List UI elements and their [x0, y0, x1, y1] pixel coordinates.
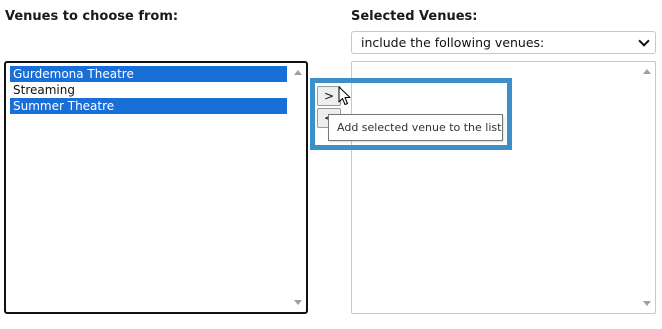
venue-option-streaming[interactable]: Streaming [10, 82, 287, 98]
selected-venues-scrollbar[interactable] [640, 63, 654, 312]
scroll-down-arrow-icon[interactable] [294, 300, 302, 305]
available-venues-heading: Venues to choose from: [5, 9, 179, 24]
chevron-down-icon [638, 35, 650, 47]
available-venues-listbox[interactable]: Gurdemona Theatre Streaming Summer Theat… [4, 61, 308, 314]
venue-mode-select[interactable]: include the following venues: [351, 31, 656, 54]
mouse-pointer-icon [338, 86, 351, 105]
scroll-up-arrow-icon[interactable] [643, 69, 651, 74]
available-venues-scrollbar[interactable] [291, 64, 305, 311]
selected-venues-heading: Selected Venues: [351, 9, 478, 24]
scroll-down-arrow-icon[interactable] [643, 301, 651, 306]
venue-option-summer-theatre[interactable]: Summer Theatre [10, 98, 287, 114]
scroll-up-arrow-icon[interactable] [294, 70, 302, 75]
venue-mode-value: include the following venues: [361, 35, 545, 50]
venue-option-gurdemona-theatre[interactable]: Gurdemona Theatre [10, 66, 287, 82]
